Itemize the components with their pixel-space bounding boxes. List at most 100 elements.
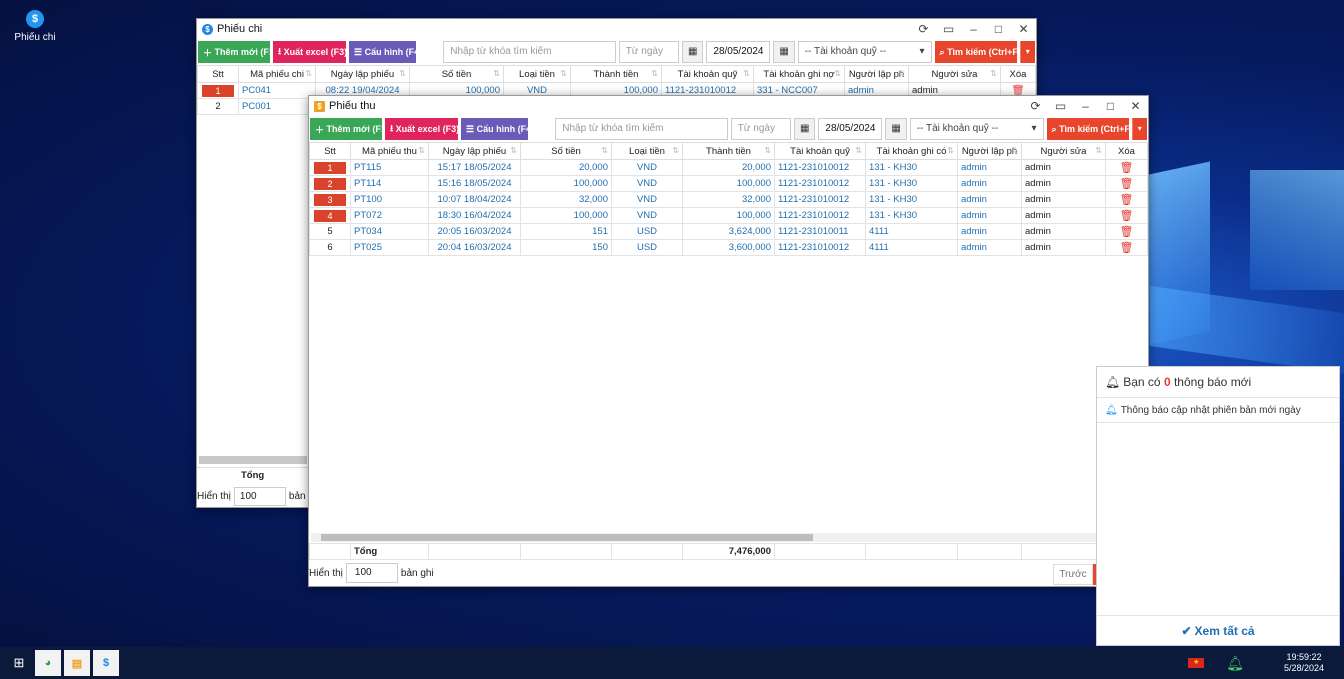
to-date-input[interactable]: 28/05/2024	[706, 41, 771, 63]
trash-icon[interactable]: 🗑︎	[1120, 226, 1134, 238]
trash-icon[interactable]: 🗑︎	[1120, 162, 1134, 174]
column-header[interactable]: Tài khoản quỹ ⇅	[661, 65, 754, 83]
column-header[interactable]: Loại tiền ⇅	[503, 65, 571, 83]
voucher-code-link[interactable]: PT072	[350, 207, 429, 224]
column-header[interactable]: Tài khoản ghi nợ ⇅	[753, 65, 845, 83]
column-header[interactable]: Tài khoản ghi có ⇅	[865, 142, 958, 160]
search-input[interactable]: Nhập từ khóa tìm kiếm	[555, 118, 728, 140]
voucher-code-link[interactable]: PC001	[238, 98, 316, 115]
table-row[interactable]: 6 PT025 20:04 16/03/2024 150 USD 3,600,000 112…	[309, 239, 1148, 256]
table-row[interactable]: 4 PT072 18:30 16/04/2024 100,000 VND 100,000 1…	[309, 207, 1148, 224]
notification-item[interactable]: 🔔︎ Thông báo cập nhật phiên bản mới ngày	[1097, 398, 1339, 423]
table-row[interactable]: 1 PT115 15:17 18/05/2024 20,000 VND 20,000 112…	[309, 159, 1148, 176]
search-dropdown-button[interactable]: ▾	[1019, 41, 1035, 63]
maximize-icon[interactable]: □	[986, 22, 1011, 36]
column-header[interactable]: Người lập ph ⇅	[844, 65, 909, 83]
minimize-icon[interactable]: –	[961, 22, 986, 36]
voucher-code-link[interactable]: PT025	[350, 239, 429, 256]
clock[interactable]: 19:59:22 5/28/2024	[1274, 652, 1334, 674]
column-header[interactable]: Stt	[309, 142, 351, 160]
voucher-code-link[interactable]: PT115	[350, 159, 429, 176]
table-row[interactable]: 5 PT034 20:05 16/03/2024 151 USD 3,624,000 112…	[309, 223, 1148, 240]
table-row[interactable]: 3 PT100 10:07 18/04/2024 32,000 VND 32,000 112…	[309, 191, 1148, 208]
monitor-icon[interactable]: ▭	[1048, 99, 1073, 113]
table-row[interactable]: 2 PT114 15:16 18/05/2024 100,000 VND 100,000 1…	[309, 175, 1148, 192]
calendar-icon[interactable]: ▦	[794, 118, 816, 140]
to-date-input[interactable]: 28/05/2024	[818, 118, 883, 140]
add-new-button[interactable]: ＋ Thêm mới (F1)	[198, 41, 277, 63]
sort-icon[interactable]: ⇅	[418, 146, 425, 155]
voucher-code-link[interactable]: PC041	[238, 82, 316, 99]
column-header[interactable]: Số tiền ⇅	[409, 65, 504, 83]
windows-start-icon[interactable]: ⊞	[6, 655, 32, 671]
calendar-icon[interactable]: ▦	[682, 41, 704, 63]
calendar-icon[interactable]: ▦	[773, 41, 795, 63]
trash-icon[interactable]: 🗑︎	[1120, 242, 1134, 254]
sort-icon[interactable]: ⇅	[855, 146, 862, 155]
calendar-icon[interactable]: ▦	[885, 118, 907, 140]
bell-icon[interactable]: 🔔︎	[1226, 655, 1244, 672]
column-header[interactable]: Người lập ph ⇅	[957, 142, 1022, 160]
sort-icon[interactable]: ⇅	[651, 69, 658, 78]
column-header[interactable]: Xóa	[1000, 65, 1036, 83]
column-header[interactable]: Ngày lập phiếu ⇅	[428, 142, 521, 160]
config-button[interactable]: ☰ Cấu hình (F4)	[461, 118, 534, 140]
column-header[interactable]: Stt	[197, 65, 239, 83]
document-app-icon[interactable]: ▤	[64, 650, 90, 676]
column-header[interactable]: Mã phiếu thu ⇅	[350, 142, 429, 160]
sort-icon[interactable]: ⇅	[743, 69, 750, 78]
close-icon[interactable]: ✕	[1011, 22, 1036, 36]
search-button[interactable]: ⌕ Tìm kiếm (Ctrl+F)	[1046, 118, 1133, 140]
column-header[interactable]: Tài khoản quỹ ⇅	[774, 142, 866, 160]
add-new-button[interactable]: ＋ Thêm mới (F1)	[310, 118, 389, 140]
sort-icon[interactable]: ⇅	[672, 146, 679, 155]
search-input[interactable]: Nhập từ khóa tìm kiếm	[443, 41, 616, 63]
sort-icon[interactable]: ⇅	[947, 146, 954, 155]
desktop-icon-phieu-chi[interactable]: $ Phiếu chi	[10, 10, 60, 43]
close-icon[interactable]: ✕	[1123, 99, 1148, 113]
voucher-code-link[interactable]: PT100	[350, 191, 429, 208]
sort-icon[interactable]: ⇅	[601, 146, 608, 155]
voucher-code-link[interactable]: PT034	[350, 223, 429, 240]
column-header[interactable]: Mã phiếu chi ⇅	[238, 65, 316, 83]
monitor-icon[interactable]: ▭	[936, 22, 961, 36]
sort-icon[interactable]: ⇅	[560, 69, 567, 78]
sort-icon[interactable]: ⇅	[1011, 146, 1018, 155]
trash-icon[interactable]: 🗑︎	[1120, 210, 1134, 222]
page-size-select[interactable]: 100	[233, 486, 286, 506]
horizontal-scrollbar[interactable]	[311, 533, 1146, 542]
column-header[interactable]: Số tiền ⇅	[520, 142, 612, 160]
column-header[interactable]: Ngày lập phiếu ⇅	[315, 65, 410, 83]
column-header[interactable]: Loại tiền ⇅	[611, 142, 683, 160]
sort-icon[interactable]: ⇅	[399, 69, 406, 78]
maximize-icon[interactable]: □	[1098, 99, 1123, 113]
sort-icon[interactable]: ⇅	[764, 146, 771, 155]
sort-icon[interactable]: ⇅	[834, 69, 841, 78]
column-header[interactable]: Người sửa ⇅	[1021, 142, 1106, 160]
trash-icon[interactable]: 🗑︎	[1120, 194, 1134, 206]
prev-page-button[interactable]: Trước	[1053, 564, 1093, 585]
sort-icon[interactable]: ⇅	[493, 69, 500, 78]
column-header[interactable]: Thành tiền ⇅	[570, 65, 662, 83]
config-button[interactable]: ☰ Cấu hình (F4)	[349, 41, 422, 63]
horizontal-scrollbar[interactable]	[199, 456, 307, 464]
refresh-icon[interactable]: ⟳	[1023, 99, 1048, 113]
voucher-code-link[interactable]: PT114	[350, 175, 429, 192]
vietnam-flag-icon[interactable]: ★	[1188, 658, 1205, 668]
column-header[interactable]: Người sửa ⇅	[908, 65, 1001, 83]
page-size-select[interactable]: 100	[345, 563, 398, 583]
sort-icon[interactable]: ⇅	[1095, 146, 1102, 155]
dashboard-app-icon[interactable]: ◕	[35, 650, 61, 676]
from-date-input[interactable]: Từ ngày	[618, 41, 680, 63]
search-dropdown-button[interactable]: ▾	[1131, 118, 1147, 140]
sort-icon[interactable]: ⇅	[305, 69, 312, 78]
sort-icon[interactable]: ⇅	[898, 69, 905, 78]
export-excel-button[interactable]: ⭳ Xuất excel (F3)	[273, 41, 347, 63]
trash-icon[interactable]: 🗑︎	[1120, 178, 1134, 190]
scrollbar-thumb[interactable]	[321, 534, 813, 541]
export-excel-button[interactable]: ⭳ Xuất excel (F3)	[385, 118, 459, 140]
column-header[interactable]: Xóa	[1105, 142, 1148, 160]
column-header[interactable]: Thành tiền ⇅	[682, 142, 775, 160]
sort-icon[interactable]: ⇅	[990, 69, 997, 78]
from-date-input[interactable]: Từ ngày	[730, 118, 792, 140]
